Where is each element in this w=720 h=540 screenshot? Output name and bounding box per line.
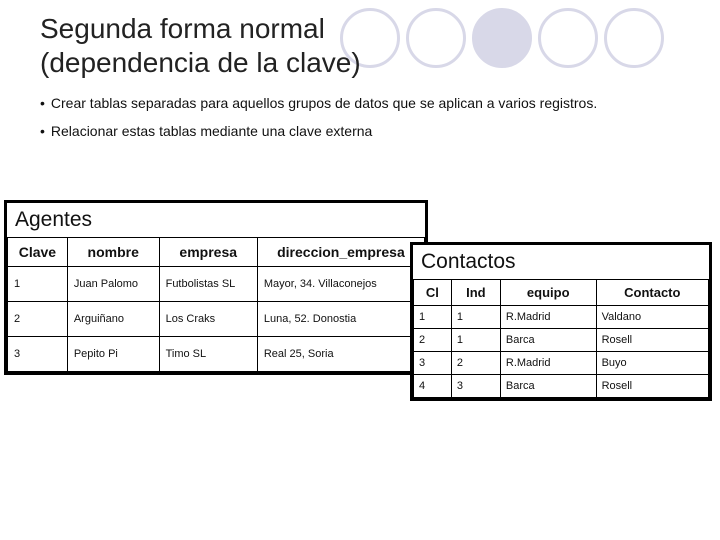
slide-title: Segunda forma normal (dependencia de la … [40, 12, 696, 79]
table-cell: 1 [8, 267, 68, 302]
bullet-dot-icon: • [40, 95, 45, 111]
table-cell: 2 [414, 329, 452, 352]
agentes-table: Clave nombre empresa direccion_empresa 1… [7, 237, 425, 372]
table-cell: Juan Palomo [67, 267, 159, 302]
table-row: 4 3 Barca Rosell [414, 375, 709, 398]
title-line-2: (dependencia de la clave) [40, 47, 361, 78]
col-header: equipo [500, 280, 596, 306]
table-cell: Real 25, Soria [257, 337, 424, 372]
col-header: Clave [8, 238, 68, 267]
table-cell: R.Madrid [500, 306, 596, 329]
table-cell: Arguiñano [67, 302, 159, 337]
table-cell: Pepito Pi [67, 337, 159, 372]
bullet-text: Relacionar estas tablas mediante una cla… [51, 123, 372, 139]
table-row: 2 1 Barca Rosell [414, 329, 709, 352]
table-cell: 1 [414, 306, 452, 329]
table-cell: Barca [500, 375, 596, 398]
contactos-title: Contactos [413, 245, 709, 279]
col-header: direccion_empresa [257, 238, 424, 267]
table-cell: R.Madrid [500, 352, 596, 375]
table-header-row: Clave nombre empresa direccion_empresa [8, 238, 425, 267]
table-cell: 3 [414, 352, 452, 375]
table-row: 1 1 R.Madrid Valdano [414, 306, 709, 329]
title-line-1: Segunda forma normal [40, 13, 325, 44]
table-cell: Buyo [596, 352, 708, 375]
table-cell: 3 [8, 337, 68, 372]
bullet-list: • Crear tablas separadas para aquellos g… [40, 95, 696, 139]
bullet-dot-icon: • [40, 123, 45, 139]
table-row: 2 Arguiñano Los Craks Luna, 52. Donostia [8, 302, 425, 337]
bullet-text: Crear tablas separadas para aquellos gru… [51, 95, 597, 111]
table-cell: Timo SL [159, 337, 257, 372]
table-header-row: Cl Ind equipo Contacto [414, 280, 709, 306]
col-header: Contacto [596, 280, 708, 306]
bullet-item: • Crear tablas separadas para aquellos g… [40, 95, 676, 111]
col-header: Ind [451, 280, 500, 306]
contactos-table-block: Contactos Cl Ind equipo Contacto 1 1 R.M… [410, 242, 712, 401]
table-cell: 1 [451, 306, 500, 329]
table-cell: Mayor, 34. Villaconejos [257, 267, 424, 302]
table-row: 1 Juan Palomo Futbolistas SL Mayor, 34. … [8, 267, 425, 302]
agentes-table-block: Agentes Clave nombre empresa direccion_e… [4, 200, 428, 375]
contactos-table: Cl Ind equipo Contacto 1 1 R.Madrid Vald… [413, 279, 709, 398]
table-cell: Luna, 52. Donostia [257, 302, 424, 337]
table-cell: 1 [451, 329, 500, 352]
table-row: 3 Pepito Pi Timo SL Real 25, Soria [8, 337, 425, 372]
table-cell: Valdano [596, 306, 708, 329]
table-cell: Barca [500, 329, 596, 352]
agentes-title: Agentes [7, 203, 425, 237]
table-cell: 4 [414, 375, 452, 398]
col-header: empresa [159, 238, 257, 267]
table-row: 3 2 R.Madrid Buyo [414, 352, 709, 375]
table-cell: Rosell [596, 329, 708, 352]
table-cell: 3 [451, 375, 500, 398]
table-cell: 2 [8, 302, 68, 337]
col-header: nombre [67, 238, 159, 267]
col-header: Cl [414, 280, 452, 306]
table-cell: Rosell [596, 375, 708, 398]
table-cell: 2 [451, 352, 500, 375]
table-cell: Los Craks [159, 302, 257, 337]
bullet-item: • Relacionar estas tablas mediante una c… [40, 123, 676, 139]
table-cell: Futbolistas SL [159, 267, 257, 302]
